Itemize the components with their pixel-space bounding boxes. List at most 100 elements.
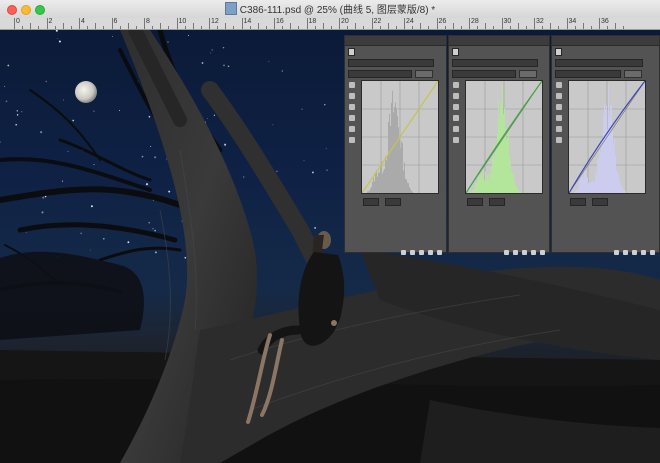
curves-panel-blue[interactable]	[551, 35, 660, 255]
clip-to-layer-icon[interactable]	[504, 250, 509, 255]
curve-point-icon[interactable]	[349, 115, 355, 121]
star	[45, 80, 47, 83]
reset-icon[interactable]	[632, 250, 637, 255]
ruler-minor-tick	[54, 26, 56, 29]
smooth-icon[interactable]	[349, 137, 355, 143]
preset-select[interactable]	[348, 59, 434, 67]
view-previous-icon[interactable]	[623, 250, 628, 255]
histogram	[466, 81, 542, 193]
ruler-minor-tick	[444, 26, 446, 29]
channel-select[interactable]	[452, 70, 516, 78]
ruler-minor-tick	[135, 26, 137, 29]
ruler-tick	[599, 18, 600, 29]
pencil-icon[interactable]	[556, 126, 562, 132]
input-field[interactable]	[467, 198, 483, 206]
histogram-bar	[488, 178, 489, 193]
visibility-icon[interactable]	[428, 250, 433, 255]
star	[168, 190, 171, 193]
ruler-minor-tick	[460, 26, 462, 29]
histogram-bar	[479, 179, 480, 193]
clip-to-layer-icon[interactable]	[614, 250, 619, 255]
histogram-bar	[612, 129, 613, 193]
star	[41, 211, 44, 214]
preset-row[interactable]	[555, 59, 656, 68]
eyedropper-icon[interactable]	[556, 93, 562, 99]
curves-panel-green[interactable]	[448, 35, 550, 255]
eyedropper-icon[interactable]	[453, 82, 459, 88]
histogram-bar	[382, 173, 383, 193]
channel-select[interactable]	[348, 70, 412, 78]
eyedropper-icon[interactable]	[453, 104, 459, 110]
curve-point-icon[interactable]	[453, 115, 459, 121]
eyedropper-icon[interactable]	[349, 104, 355, 110]
histogram-bar	[589, 183, 590, 193]
view-previous-icon[interactable]	[513, 250, 518, 255]
eyedropper-icon[interactable]	[556, 104, 562, 110]
star	[268, 60, 270, 62]
ruler-label: 8	[146, 18, 150, 25]
auto-button[interactable]	[519, 70, 537, 78]
ruler-label: 30	[503, 18, 512, 25]
channel-select[interactable]	[555, 70, 621, 78]
clip-to-layer-icon[interactable]	[401, 250, 406, 255]
histogram-bar	[513, 172, 514, 193]
output-field[interactable]	[489, 198, 505, 206]
ruler-minor-tick	[363, 26, 365, 29]
trash-icon[interactable]	[540, 250, 545, 255]
input-field[interactable]	[363, 198, 379, 206]
output-field[interactable]	[385, 198, 401, 206]
histogram-bar	[511, 170, 512, 193]
visibility-icon[interactable]	[531, 250, 536, 255]
curves-graph[interactable]	[361, 80, 439, 194]
histogram-bar	[604, 104, 605, 193]
pencil-icon[interactable]	[349, 126, 355, 132]
ruler-label: 28	[471, 18, 479, 25]
preset-select[interactable]	[452, 59, 538, 67]
histogram-bar	[574, 191, 575, 193]
histogram-bar	[583, 179, 584, 193]
eyedropper-icon[interactable]	[453, 93, 459, 99]
star	[42, 196, 45, 199]
eyedropper-icon[interactable]	[556, 82, 562, 88]
auto-button[interactable]	[624, 70, 642, 78]
output-field[interactable]	[592, 198, 608, 206]
channel-row[interactable]	[555, 70, 656, 79]
histogram-bar	[507, 138, 508, 193]
auto-button[interactable]	[415, 70, 433, 78]
horizontal-ruler[interactable]: 0 2 4 6 8 10 12 14 16 18 20 22 24 26 28 30 32 34 36	[0, 18, 660, 30]
histogram	[569, 81, 645, 193]
preset-row[interactable]	[452, 59, 546, 68]
star	[127, 241, 130, 244]
histogram-bar	[399, 137, 400, 193]
histogram-bar	[369, 190, 370, 193]
ruler-minor-tick	[30, 23, 32, 29]
smooth-icon[interactable]	[453, 137, 459, 143]
preset-row[interactable]	[348, 59, 443, 68]
view-previous-icon[interactable]	[410, 250, 415, 255]
visibility-icon[interactable]	[641, 250, 646, 255]
curve-point-icon[interactable]	[556, 115, 562, 121]
reset-icon[interactable]	[522, 250, 527, 255]
ruler-tick	[501, 18, 503, 29]
trash-icon[interactable]	[650, 250, 655, 255]
curves-panel-rgb[interactable]	[344, 35, 447, 255]
preset-select[interactable]	[555, 59, 643, 67]
smooth-icon[interactable]	[556, 137, 562, 143]
ruler-minor-tick	[249, 26, 251, 29]
channel-row[interactable]	[452, 70, 546, 79]
eyedropper-icon[interactable]	[349, 82, 355, 88]
histogram-bar	[375, 172, 376, 193]
histogram-bar	[584, 168, 585, 193]
curves-graph[interactable]	[465, 80, 543, 194]
trash-icon[interactable]	[437, 250, 442, 255]
histogram-bar	[607, 129, 608, 193]
input-field[interactable]	[570, 198, 586, 206]
reset-icon[interactable]	[419, 250, 424, 255]
ruler-minor-tick	[103, 26, 105, 29]
histogram-bar	[600, 152, 601, 193]
ruler-minor-tick	[119, 26, 121, 29]
pencil-icon[interactable]	[453, 126, 459, 132]
curves-graph[interactable]	[568, 80, 646, 194]
eyedropper-icon[interactable]	[349, 93, 355, 99]
channel-row[interactable]	[348, 70, 443, 79]
